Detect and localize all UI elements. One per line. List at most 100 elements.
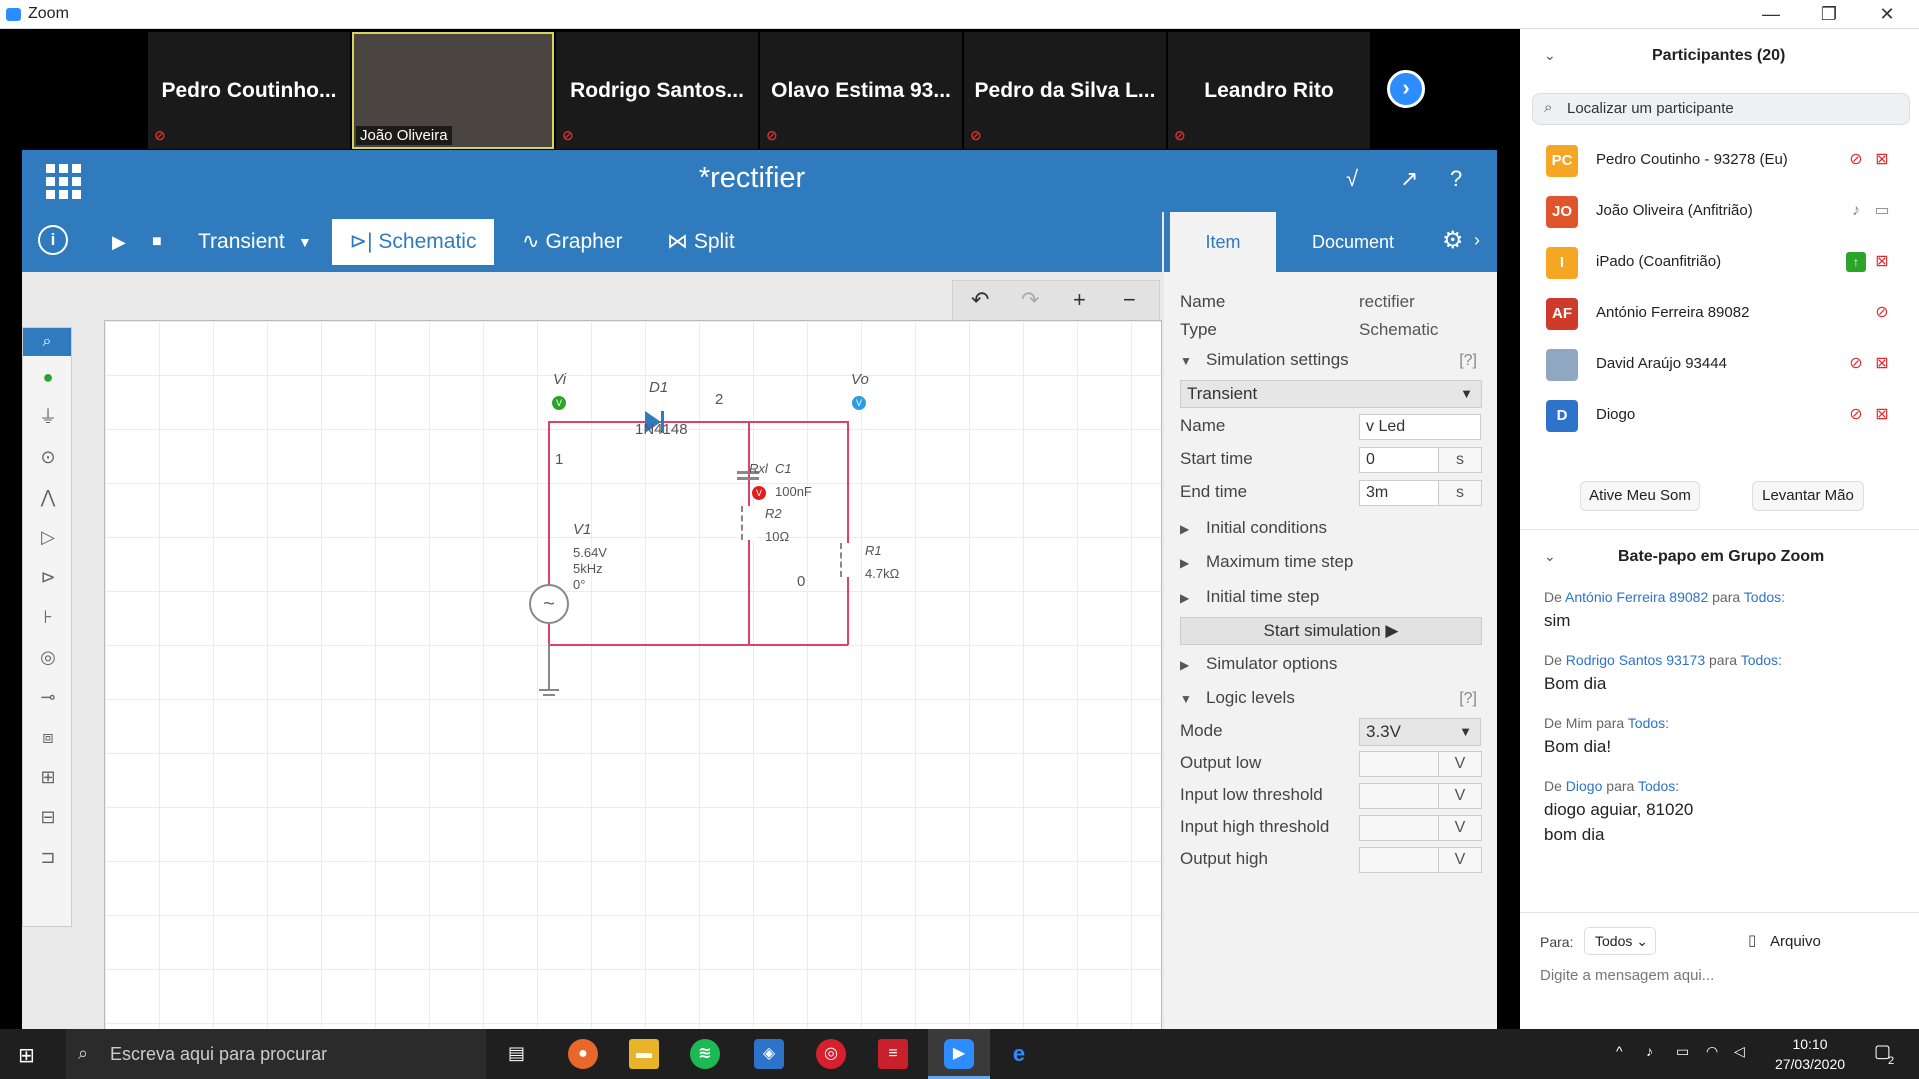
mode-dropdown-icon[interactable]: ▼ bbox=[298, 212, 312, 272]
probe-vo-icon[interactable]: V bbox=[852, 396, 866, 410]
schematic-sheet[interactable]: ~ V V V Vi Vo D1 1N4148 2 1 0 V1 5.64V 5… bbox=[104, 320, 1162, 1030]
opamp-icon[interactable]: ▷ bbox=[35, 524, 61, 550]
zoom-app-icon[interactable]: ▶ bbox=[944, 1039, 974, 1069]
resistor-r1-symbol[interactable] bbox=[840, 543, 856, 577]
participant-row[interactable]: AF António Ferreira 89082 ⊘ bbox=[1546, 294, 1889, 334]
firefox-icon[interactable]: ● bbox=[568, 1039, 598, 1069]
stop-button[interactable]: ■ bbox=[152, 212, 162, 272]
video-off-icon[interactable]: ⊠ bbox=[1872, 252, 1892, 272]
input-high-input[interactable] bbox=[1359, 815, 1439, 841]
meter-icon[interactable]: ◎ bbox=[35, 644, 61, 670]
muted-mic-icon[interactable]: ⊘ bbox=[1872, 303, 1892, 323]
logic-mode-select[interactable]: 3.3V ▼ bbox=[1359, 718, 1481, 746]
tab-grapher[interactable]: ∿ Grapher bbox=[522, 212, 623, 272]
unmute-button[interactable]: Ative Meu Som bbox=[1580, 481, 1700, 511]
edge-icon[interactable]: e bbox=[1004, 1039, 1034, 1069]
participant-row[interactable]: David Araújo 93444 ⊘ ⊠ bbox=[1546, 345, 1889, 385]
tab-split[interactable]: ⋈ Split bbox=[667, 212, 735, 272]
transformer-icon[interactable]: ⧈ bbox=[35, 724, 61, 750]
relay-icon[interactable]: ⊟ bbox=[35, 804, 61, 830]
bitwarden-icon[interactable]: ◈ bbox=[754, 1039, 784, 1069]
participant-tile[interactable]: Olavo Estima 93... ⊘ bbox=[760, 32, 962, 149]
participant-row[interactable]: D Diogo ⊘ ⊠ bbox=[1546, 396, 1889, 436]
section-max-time-step[interactable]: ▶ Maximum time step bbox=[1180, 552, 1353, 572]
next-page-button[interactable]: › bbox=[1387, 70, 1425, 108]
source-icon[interactable]: ⊙ bbox=[35, 444, 61, 470]
acrobat-icon[interactable]: ◎ bbox=[816, 1039, 846, 1069]
apps-grid-icon[interactable] bbox=[46, 164, 82, 200]
video-off-icon[interactable]: ⊠ bbox=[1872, 354, 1892, 374]
file-button[interactable]: Arquivo bbox=[1770, 933, 1821, 950]
participant-row[interactable]: JO João Oliveira (Anfitrião) ♪ ▭ bbox=[1546, 192, 1890, 232]
participant-row[interactable]: PC Pedro Coutinho - 93278 (Eu) ⊘ ⊠ bbox=[1546, 141, 1889, 181]
voltage-probe-icon[interactable]: ● bbox=[35, 364, 61, 390]
clock-date[interactable]: 27/03/2020 bbox=[1762, 1056, 1858, 1072]
input-low-input[interactable] bbox=[1359, 783, 1439, 809]
ground-icon[interactable]: ⏚ bbox=[35, 404, 61, 430]
section-simulation-settings[interactable]: ▼ Simulation settings bbox=[1180, 350, 1349, 370]
end-time-input[interactable]: 3m bbox=[1359, 480, 1439, 506]
logic-gate-icon[interactable]: ⊐ bbox=[35, 844, 61, 870]
muted-mic-icon[interactable]: ⊘ bbox=[1846, 150, 1866, 170]
mic-icon[interactable]: ♪ bbox=[1846, 201, 1866, 221]
help-link[interactable]: [?] bbox=[1459, 690, 1477, 708]
participant-tile[interactable]: Rodrigo Santos... ⊘ bbox=[556, 32, 758, 149]
section-simulator-options[interactable]: ▶ Simulator options bbox=[1180, 654, 1337, 674]
recipient-link[interactable]: Todos: bbox=[1638, 778, 1679, 794]
muted-mic-icon[interactable]: ⊘ bbox=[1846, 354, 1866, 374]
search-icon[interactable]: ⌕ bbox=[23, 328, 71, 356]
transistor-icon[interactable]: ⊦ bbox=[35, 604, 61, 630]
resistor-icon[interactable]: ⋀ bbox=[35, 484, 61, 510]
formula-icon[interactable]: √ bbox=[1346, 166, 1358, 192]
section-logic-levels[interactable]: ▼ Logic levels bbox=[1180, 688, 1295, 708]
zoom-in-button[interactable]: + bbox=[1073, 287, 1086, 313]
resistor-r2-symbol[interactable] bbox=[741, 506, 757, 540]
volume-icon[interactable]: ◁ bbox=[1734, 1043, 1745, 1060]
clock-time[interactable]: 10:10 bbox=[1770, 1036, 1850, 1052]
recipient-link[interactable]: Todos: bbox=[1628, 715, 1669, 731]
wifi-icon[interactable]: ◠ bbox=[1706, 1043, 1718, 1060]
analysis-mode-label[interactable]: Transient bbox=[198, 212, 285, 272]
restore-button[interactable]: ❐ bbox=[1806, 2, 1852, 26]
section-initial-time-step[interactable]: ▶ Initial time step bbox=[1180, 587, 1319, 607]
diode-icon[interactable]: ⊳ bbox=[35, 564, 61, 590]
spotify-icon[interactable]: ≋ bbox=[690, 1039, 720, 1069]
sender-link[interactable]: Diogo bbox=[1566, 778, 1603, 794]
participant-tile[interactable]: Pedro da Silva L... ⊘ bbox=[964, 32, 1166, 149]
help-link[interactable]: [?] bbox=[1459, 352, 1477, 370]
video-icon[interactable]: ▭ bbox=[1872, 201, 1892, 221]
tab-item[interactable]: Item bbox=[1170, 212, 1276, 272]
participant-tile[interactable]: Leandro Rito ⊘ bbox=[1168, 32, 1370, 149]
sim-name-input[interactable]: v Led bbox=[1359, 414, 1481, 440]
close-button[interactable]: ✕ bbox=[1864, 2, 1910, 26]
taskbar-search-input[interactable]: Escreva aqui para procurar bbox=[66, 1029, 486, 1079]
tab-schematic[interactable]: ⊳| Schematic bbox=[332, 219, 494, 265]
play-button[interactable]: ▶ bbox=[112, 212, 126, 272]
output-high-input[interactable] bbox=[1359, 847, 1439, 873]
sender-link[interactable]: António Ferreira 89082 bbox=[1565, 589, 1708, 605]
start-time-input[interactable]: 0 bbox=[1359, 447, 1439, 473]
simulation-mode-select[interactable]: Transient ▼ bbox=[1180, 380, 1482, 408]
tray-chevron-icon[interactable]: ^ bbox=[1616, 1043, 1623, 1059]
undo-button[interactable]: ↶ bbox=[971, 287, 989, 313]
raise-hand-button[interactable]: Levantar Mão bbox=[1752, 481, 1864, 511]
settings-gear-icon[interactable]: ⚙ bbox=[1442, 226, 1464, 255]
redo-button[interactable]: ↷ bbox=[1021, 287, 1039, 313]
battery-icon[interactable]: ▭ bbox=[1676, 1043, 1689, 1060]
probe-c1-icon[interactable]: V bbox=[752, 486, 766, 500]
file-icon[interactable]: ▯ bbox=[1748, 931, 1756, 949]
task-view-icon[interactable]: ▤ bbox=[508, 1043, 525, 1064]
participant-search-input[interactable]: Localizar um participante bbox=[1532, 93, 1910, 125]
windows-start-icon[interactable]: ⊞ bbox=[18, 1043, 35, 1068]
muted-mic-icon[interactable]: ⊘ bbox=[1846, 405, 1866, 425]
zoom-out-button[interactable]: − bbox=[1123, 287, 1136, 313]
switch-icon[interactable]: ⊸ bbox=[35, 684, 61, 710]
export-icon[interactable]: ↗ bbox=[1400, 166, 1418, 192]
participant-tile[interactable]: Pedro Coutinho... ⊘ bbox=[148, 32, 350, 149]
ic-icon[interactable]: ⊞ bbox=[35, 764, 61, 790]
collapse-chat-icon[interactable]: ⌄ bbox=[1544, 548, 1556, 565]
video-off-icon[interactable]: ⊠ bbox=[1872, 405, 1892, 425]
help-icon[interactable]: ? bbox=[1450, 166, 1462, 192]
probe-vi-icon[interactable]: V bbox=[552, 396, 566, 410]
file-explorer-icon[interactable]: ▬ bbox=[629, 1039, 659, 1069]
